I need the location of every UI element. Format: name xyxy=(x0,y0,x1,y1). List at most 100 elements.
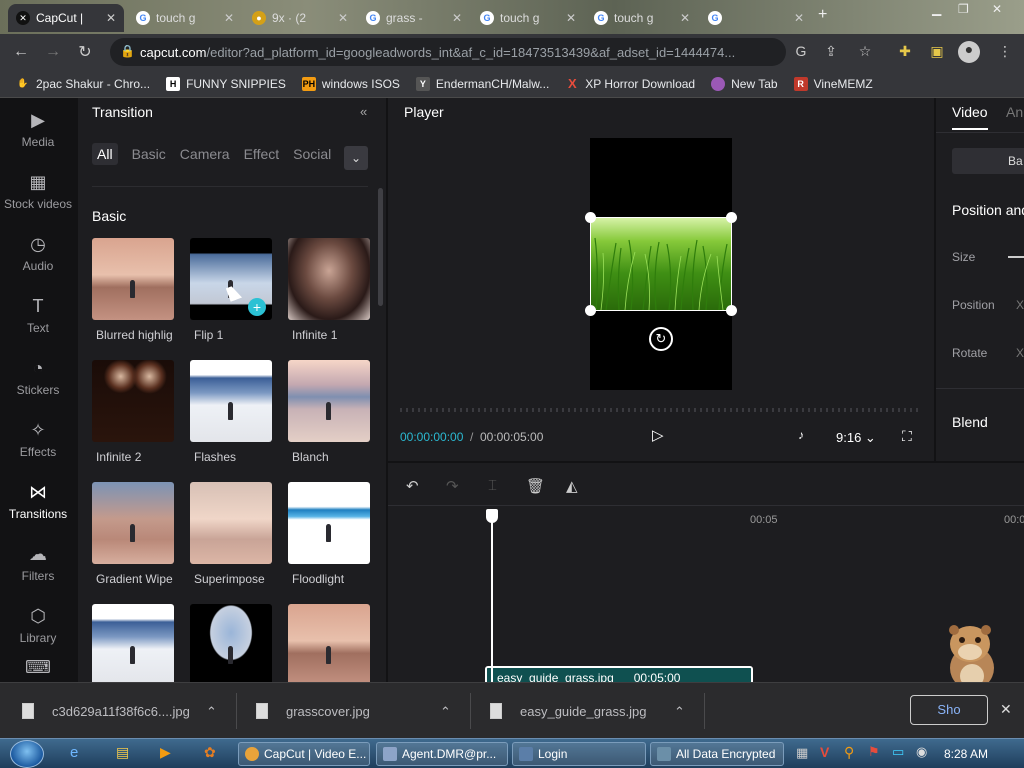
bookmark-funny-snippies[interactable]: H FUNNY SNIPPIES xyxy=(166,76,286,91)
tab-animation[interactable]: An xyxy=(1006,104,1023,120)
filter-basic[interactable]: Basic xyxy=(132,146,166,165)
aspect-ratio-select[interactable]: 9:16 ⌄ xyxy=(836,430,876,446)
filter-all[interactable]: All xyxy=(92,143,118,165)
tiktok-icon[interactable]: ♪ xyxy=(798,428,804,442)
profile-avatar-icon[interactable]: ● xyxy=(958,41,980,63)
add-transition-icon[interactable]: + xyxy=(248,298,266,316)
restore-icon[interactable]: ❐ xyxy=(958,2,969,16)
close-tab-icon[interactable]: ✕ xyxy=(560,11,576,25)
resize-handle-br[interactable] xyxy=(726,305,737,316)
ie-icon[interactable]: e xyxy=(70,744,78,761)
taskbar-agent[interactable]: Agent.DMR@pr... xyxy=(376,742,508,766)
tab-capcut[interactable]: ✕ CapCut | ✕ xyxy=(8,4,124,32)
resize-handle-tr[interactable] xyxy=(726,212,737,223)
minimize-icon[interactable]: ▁ xyxy=(932,2,941,16)
taskbar-login[interactable]: Login xyxy=(512,742,646,766)
taskbar-all-data-encrypted[interactable]: All Data Encrypted xyxy=(650,742,784,766)
tray-flag-icon[interactable]: ⚑ xyxy=(868,744,880,760)
share-icon[interactable]: ⇪ xyxy=(822,43,840,61)
app-icon[interactable]: ✿ xyxy=(204,744,216,761)
transition-thumbnail[interactable] xyxy=(190,604,272,686)
rotate-x-field[interactable]: X xyxy=(1016,346,1024,360)
url-field[interactable]: 🔒 capcut.com/editor?ad_platform_id=googl… xyxy=(110,38,786,66)
bookmark-new-tab[interactable]: New Tab xyxy=(711,76,778,91)
nav-media[interactable]: ▶ Media xyxy=(0,98,76,160)
transition-thumbnail[interactable] xyxy=(190,360,272,442)
tray-app-icon[interactable]: ▦ xyxy=(796,745,808,761)
bookmark-endermanch[interactable]: Y EndermanCH/Malw... xyxy=(415,76,549,91)
show-all-button[interactable]: Sho xyxy=(910,695,988,725)
transition-thumbnail[interactable] xyxy=(288,482,370,564)
close-tab-icon[interactable]: ✕ xyxy=(332,11,348,25)
transition-thumbnail[interactable] xyxy=(92,604,174,686)
tab-touch-grass-3[interactable]: G touch g ✕ xyxy=(586,4,698,32)
download-item[interactable]: grasscover.jpg xyxy=(256,683,370,739)
chevron-down-icon[interactable]: ⌄ xyxy=(344,146,368,170)
redo-icon[interactable]: ↷ xyxy=(446,477,459,495)
resize-handle-bl[interactable] xyxy=(585,305,596,316)
playhead[interactable] xyxy=(491,511,493,682)
transition-thumbnail[interactable] xyxy=(288,604,370,686)
play-icon[interactable]: ▷ xyxy=(652,426,664,444)
back-icon[interactable]: ← xyxy=(10,41,32,63)
taskbar-capcut[interactable]: CapCut | Video E... xyxy=(238,742,370,766)
player-progress-track[interactable] xyxy=(400,408,920,412)
transition-thumbnail[interactable] xyxy=(288,238,370,320)
chrome-menu-icon[interactable]: ⋮ xyxy=(996,43,1014,61)
tray-monitor-icon[interactable]: ▭ xyxy=(892,744,904,760)
google-lens-icon[interactable]: G xyxy=(792,43,810,61)
transition-thumbnail[interactable] xyxy=(92,482,174,564)
transition-thumbnail[interactable] xyxy=(92,238,174,320)
mirror-icon[interactable]: ◭ xyxy=(566,477,578,495)
close-tab-icon[interactable]: ✕ xyxy=(446,11,462,25)
reload-icon[interactable]: ↻ xyxy=(74,41,96,63)
rotate-handle-icon[interactable]: ↻ xyxy=(649,327,673,351)
nav-stickers[interactable]: ◔ Stickers xyxy=(0,346,76,408)
close-tab-icon[interactable]: ✕ xyxy=(218,11,234,25)
bookmark-star-icon[interactable]: ☆ xyxy=(856,43,874,61)
download-item[interactable]: easy_guide_grass.jpg xyxy=(490,683,646,739)
transition-thumbnail[interactable] xyxy=(190,482,272,564)
chevron-up-icon[interactable]: ⌃ xyxy=(440,704,451,720)
filter-effect[interactable]: Effect xyxy=(244,146,280,165)
size-slider[interactable] xyxy=(1008,256,1024,258)
media-player-icon[interactable]: ▶ xyxy=(160,744,171,761)
undo-icon[interactable]: ↶ xyxy=(406,477,419,495)
close-tab-icon[interactable]: ✕ xyxy=(674,11,690,25)
download-item[interactable]: c3d629a11f38f6c6....jpg xyxy=(22,683,190,739)
panel-scrollbar[interactable] xyxy=(378,188,383,306)
close-tab-icon[interactable]: ✕ xyxy=(788,11,804,25)
tab-touch-grass-1[interactable]: G touch g ✕ xyxy=(128,4,242,32)
bookmark-2pac[interactable]: ✋ 2pac Shakur - Chro... xyxy=(16,77,150,91)
tab-video[interactable]: Video xyxy=(952,104,988,130)
collapse-panel-icon[interactable]: « xyxy=(360,104,367,119)
position-x-field[interactable]: X xyxy=(1016,298,1024,312)
nav-effects[interactable]: ✧ Effects xyxy=(0,408,76,470)
tray-search-icon[interactable]: ⚲ xyxy=(844,744,854,761)
filter-camera[interactable]: Camera xyxy=(180,146,230,165)
close-window-icon[interactable]: ✕ xyxy=(992,2,1002,16)
nav-transitions[interactable]: ⋈ Transitions xyxy=(0,470,76,532)
grass-image-layer[interactable] xyxy=(590,217,732,311)
explorer-icon[interactable]: ▤ xyxy=(116,744,129,761)
filter-social[interactable]: Social xyxy=(293,146,331,165)
basic-button[interactable]: Ba xyxy=(952,148,1024,174)
bookmark-xp-horror[interactable]: X XP Horror Download xyxy=(565,76,695,91)
tab-9x[interactable]: ● 9x · (2 ✕ xyxy=(244,4,356,32)
bookmark-windows-isos[interactable]: PH windows ISOS xyxy=(301,76,400,91)
nav-text[interactable]: T Text xyxy=(0,284,76,346)
tab-grass[interactable]: G grass - ✕ xyxy=(358,4,470,32)
split-icon[interactable]: ⌶ xyxy=(488,477,497,494)
close-tab-icon[interactable]: ✕ xyxy=(100,11,116,25)
nav-audio[interactable]: ◷ Audio xyxy=(0,222,76,284)
tray-volume-icon[interactable]: ◉ xyxy=(916,744,927,760)
tab-google[interactable]: G ✕ xyxy=(700,4,812,32)
delete-icon[interactable]: 🗑 xyxy=(526,477,545,495)
chevron-up-icon[interactable]: ⌃ xyxy=(206,704,217,720)
transition-thumbnail[interactable]: + xyxy=(190,238,272,320)
tab-touch-grass-2[interactable]: G touch g ✕ xyxy=(472,4,584,32)
nav-filters[interactable]: ☁ Filters xyxy=(0,532,76,594)
transition-thumbnail[interactable] xyxy=(288,360,370,442)
bookmark-vinememz[interactable]: R VineMEMZ xyxy=(793,76,873,91)
new-tab-button[interactable]: + xyxy=(818,6,827,24)
